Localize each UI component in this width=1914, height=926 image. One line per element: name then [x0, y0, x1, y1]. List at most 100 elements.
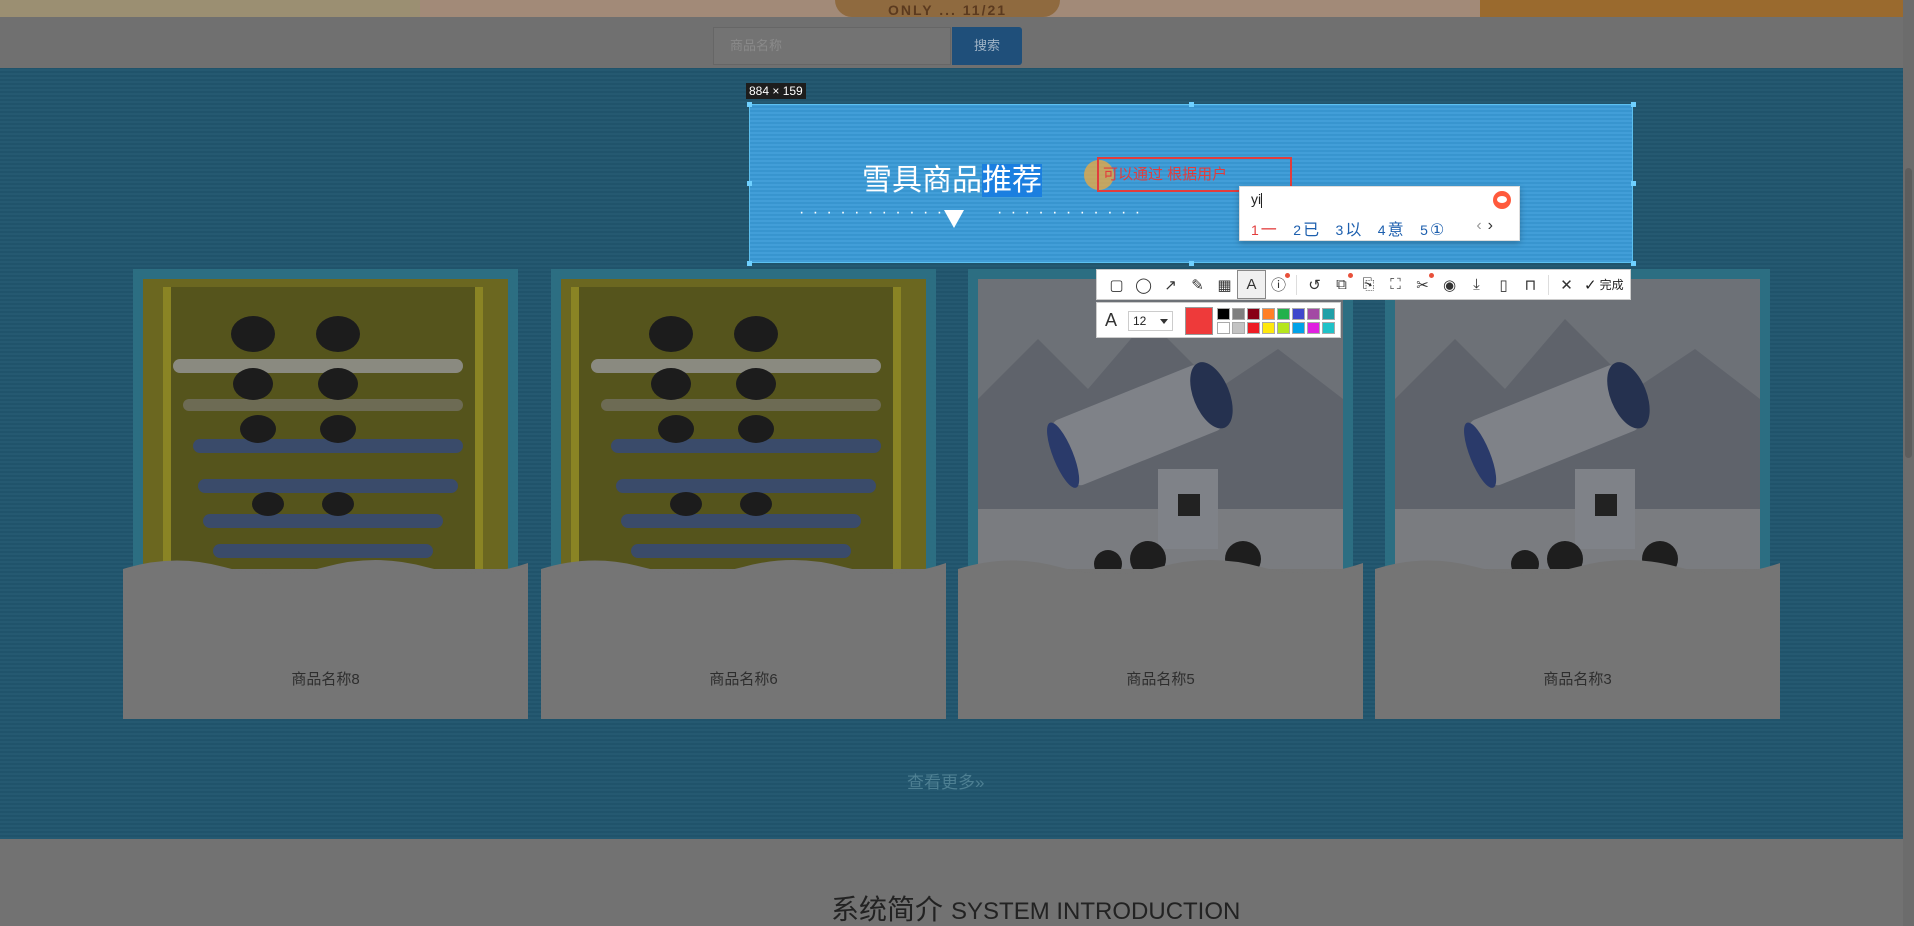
product-card[interactable]: 商品名称3 [1375, 269, 1780, 719]
toolbar-divider [1296, 274, 1297, 295]
color-swatch[interactable] [1307, 322, 1320, 334]
resize-handle-sw[interactable] [747, 261, 752, 266]
color-swatch[interactable] [1277, 322, 1290, 334]
product-card[interactable]: 商品名称6 [541, 269, 946, 719]
resize-handle-w[interactable] [747, 181, 752, 186]
long-screenshot-icon[interactable]: ⧉ [1328, 271, 1355, 298]
check-icon: ✓ [1584, 276, 1597, 294]
current-color-swatch[interactable] [1185, 307, 1213, 335]
product-name[interactable]: 商品名称5 [968, 668, 1353, 689]
toolbar-divider [1548, 274, 1549, 295]
color-swatch[interactable] [1322, 322, 1335, 334]
product-name[interactable]: 商品名称8 [133, 668, 518, 689]
font-size-select[interactable]: 12 [1128, 311, 1173, 331]
product-name[interactable]: 商品名称6 [551, 668, 936, 689]
number-marker-icon[interactable]: ⓘ [1265, 271, 1292, 298]
resize-handle-se[interactable] [1631, 261, 1636, 266]
color-swatch[interactable] [1232, 308, 1245, 320]
top-banner: ONLY ... 11/21 [0, 0, 1903, 17]
intro-title: 系统简介 SYSTEM INTRODUCTION [831, 888, 1240, 926]
card-wave [1375, 560, 1780, 719]
bookmark-icon[interactable]: ⊓ [1517, 271, 1544, 298]
mosaic-icon[interactable]: ▦ [1211, 271, 1238, 298]
color-swatch[interactable] [1307, 308, 1320, 320]
search-button[interactable]: 搜索 [952, 27, 1022, 65]
product-name[interactable]: 商品名称3 [1385, 668, 1770, 689]
close-icon[interactable]: ✕ [1553, 271, 1580, 298]
ime-candidate[interactable]: 3以 [1336, 222, 1362, 239]
resize-handle-nw[interactable] [747, 102, 752, 107]
text-icon[interactable]: A [1237, 270, 1266, 299]
color-swatch[interactable] [1247, 322, 1260, 334]
product-image[interactable] [561, 279, 926, 589]
arrow-icon[interactable]: ↗ [1157, 271, 1184, 298]
search-bar: 商品名称 搜索 [0, 17, 1903, 68]
intro-title-cn: 系统简介 [831, 894, 944, 925]
ime-input-text: yi [1251, 191, 1262, 207]
product-image[interactable] [1395, 279, 1760, 589]
title-dots-left: · · · · · · · · · · · [799, 204, 945, 221]
color-swatch[interactable] [1292, 308, 1305, 320]
text-style-bar: A 12 [1096, 302, 1341, 338]
ime-candidate[interactable]: 5① [1420, 222, 1444, 239]
rectangle-icon[interactable]: ▢ [1103, 271, 1130, 298]
ime-logo-icon[interactable] [1493, 191, 1511, 209]
ime-composition: yi [1251, 191, 1263, 208]
ocr-icon[interactable]: ⎘ [1355, 271, 1382, 298]
banner-promo: ONLY ... 11/21 [835, 0, 1060, 17]
chevron-down-icon [1160, 319, 1168, 324]
ime-candidates: 1一 2已 3以 4意 5① [1251, 216, 1456, 240]
recommend-title: 雪具商品推荐 [862, 155, 1042, 199]
chevron-down-icon [944, 210, 964, 228]
color-swatch[interactable] [1217, 322, 1230, 334]
scroll-thumb[interactable] [1905, 168, 1912, 458]
banner-right [1480, 0, 1903, 17]
color-swatch[interactable] [1262, 322, 1275, 334]
card-wave [123, 560, 528, 719]
product-image[interactable] [143, 279, 508, 589]
translate-icon[interactable]: ⛶ [1382, 271, 1409, 298]
product-card[interactable]: 商品名称8 [123, 269, 528, 719]
recommend-title-text: 雪具商品 [862, 164, 982, 197]
ime-caret [1261, 192, 1263, 208]
record-icon[interactable]: ◉ [1436, 271, 1463, 298]
banner-left [0, 0, 420, 17]
phone-icon[interactable]: ▯ [1490, 271, 1517, 298]
recommend-title-selected: 推荐 [982, 164, 1042, 197]
ime-candidate-window: yi 1一 2已 3以 4意 5① ‹ › [1239, 186, 1520, 241]
undo-icon[interactable]: ↺ [1301, 271, 1328, 298]
ime-prev-icon[interactable]: ‹ [1476, 217, 1481, 234]
color-swatch[interactable] [1217, 308, 1230, 320]
color-swatch[interactable] [1277, 308, 1290, 320]
ime-candidate[interactable]: 4意 [1378, 222, 1404, 239]
ime-candidate[interactable]: 2已 [1293, 222, 1319, 239]
color-swatch[interactable] [1232, 322, 1245, 334]
ime-next-icon[interactable]: › [1488, 217, 1493, 234]
color-swatch[interactable] [1292, 322, 1305, 334]
intro-title-en: SYSTEM INTRODUCTION [951, 898, 1241, 925]
resize-handle-e[interactable] [1631, 181, 1636, 186]
card-wave [958, 560, 1363, 719]
page-scrollbar[interactable] [1903, 0, 1914, 926]
color-swatch[interactable] [1262, 308, 1275, 320]
download-icon[interactable]: ⤓ [1463, 271, 1490, 298]
ime-candidate[interactable]: 1一 [1251, 222, 1277, 239]
color-swatch[interactable] [1247, 308, 1260, 320]
capture-toolbar: ▢ ◯ ↗ ✎ ▦ A ⓘ ↺ ⧉ ⎘ ⛶ ✂ ◉ ⤓ ▯ ⊓ ✕ ✓ 完成 [1096, 269, 1631, 300]
pen-icon[interactable]: ✎ [1184, 271, 1211, 298]
ellipse-icon[interactable]: ◯ [1130, 271, 1157, 298]
search-input[interactable]: 商品名称 [713, 27, 951, 65]
pin-icon[interactable]: ✂ [1409, 271, 1436, 298]
selection-size-label: 884 × 159 [746, 83, 806, 99]
resize-handle-n[interactable] [1189, 102, 1194, 107]
ime-page-nav: ‹ › [1476, 217, 1493, 235]
resize-handle-s[interactable] [1189, 261, 1194, 266]
color-palette [1217, 308, 1335, 334]
done-button[interactable]: ✓ 完成 [1584, 276, 1624, 294]
color-swatch[interactable] [1322, 308, 1335, 320]
card-wave [541, 560, 946, 719]
view-more-link[interactable]: 查看更多» [907, 768, 984, 793]
title-dots-right: · · · · · · · · · · · [997, 204, 1143, 221]
resize-handle-ne[interactable] [1631, 102, 1636, 107]
font-icon: A [1105, 310, 1118, 330]
